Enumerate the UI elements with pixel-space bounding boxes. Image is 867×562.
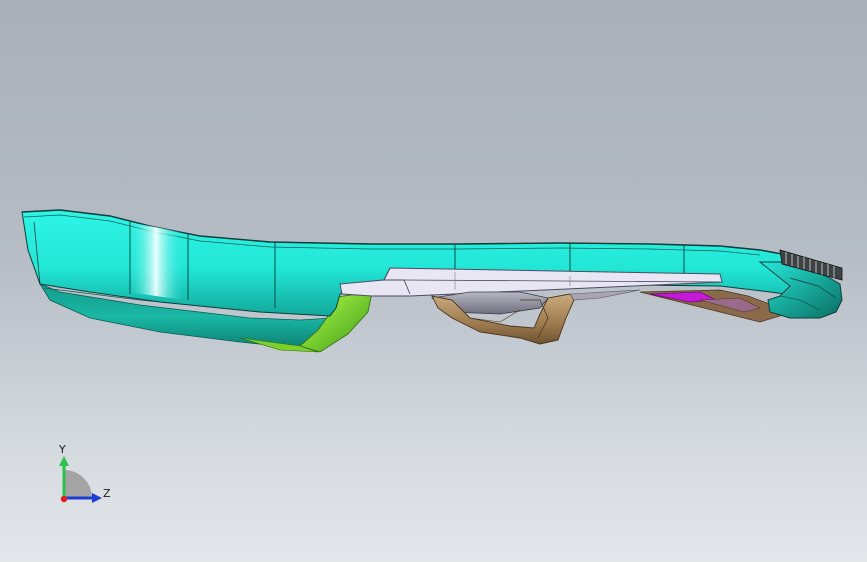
y-axis-label: Y <box>59 443 66 456</box>
y-axis-arrowhead <box>59 456 69 466</box>
x-axis-dot <box>60 495 68 503</box>
forefoot-components <box>639 289 781 323</box>
view-orientation-triad[interactable]: Y Z <box>44 440 124 510</box>
z-axis-label: Z <box>103 487 111 500</box>
graphics-viewport[interactable]: Y Z <box>0 0 867 562</box>
cad-model[interactable] <box>0 0 867 562</box>
triad-quarter-disc <box>64 470 92 498</box>
z-axis-arrowhead <box>92 493 102 503</box>
